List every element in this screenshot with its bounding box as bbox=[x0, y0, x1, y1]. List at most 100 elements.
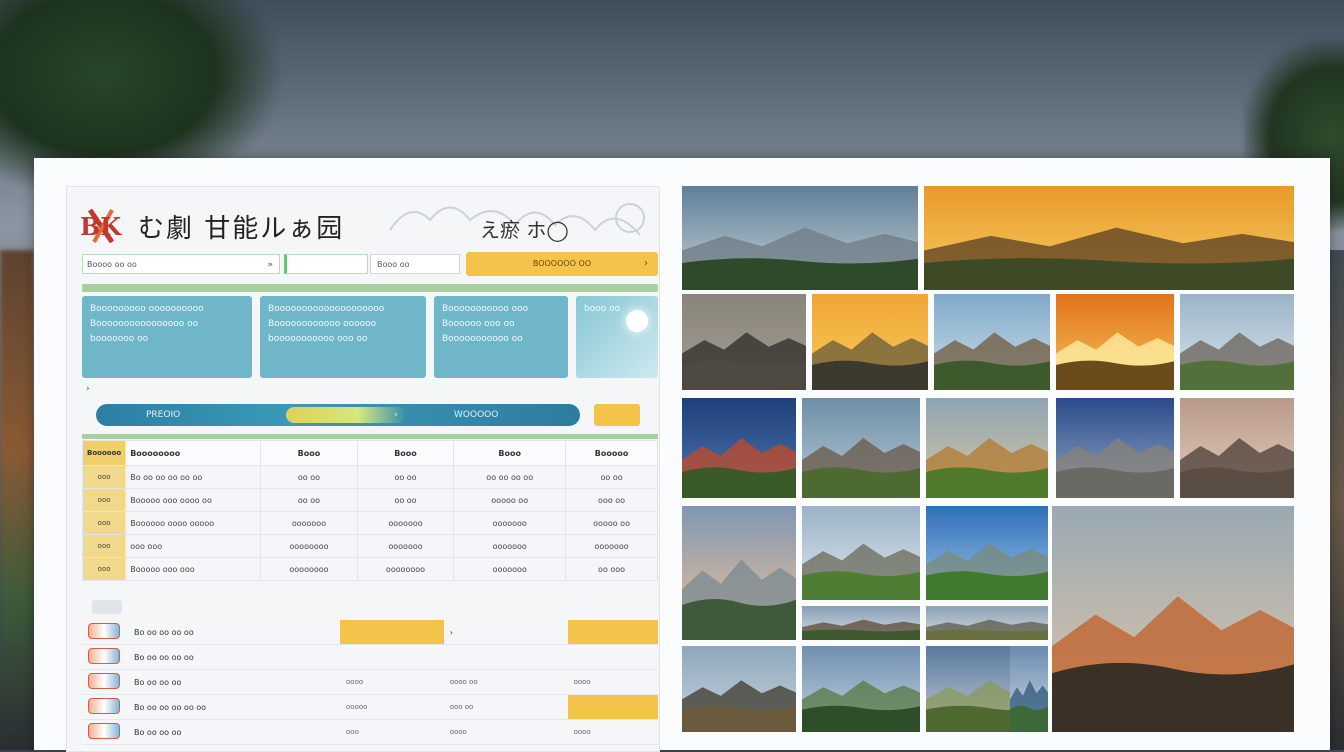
list-cell: oooo oo bbox=[443, 669, 568, 695]
chevron-right-icon: › bbox=[644, 258, 648, 269]
list-cell: ooooo bbox=[340, 694, 444, 720]
hill-forest-photo[interactable] bbox=[802, 646, 920, 732]
list-thumb bbox=[82, 620, 128, 645]
table-cell: ooooooo bbox=[356, 511, 455, 535]
temple-sunset-photo[interactable] bbox=[924, 186, 1294, 290]
list-cell: ooo oo bbox=[443, 694, 568, 720]
background-building-right bbox=[1328, 250, 1344, 750]
card-line: Booooooooooo oo bbox=[442, 334, 523, 344]
table-header-cell[interactable]: Boooooo bbox=[81, 440, 127, 466]
table-top-border bbox=[82, 434, 658, 439]
golden-clouds-photo[interactable] bbox=[812, 294, 928, 390]
table-cell: oo oo bbox=[565, 465, 658, 489]
banner-label-left: PREOIO bbox=[146, 410, 181, 420]
promo-banner[interactable]: PREOIO › WOOOOO bbox=[96, 404, 580, 426]
banner-button[interactable] bbox=[594, 404, 640, 426]
table-cell: ooooooo bbox=[565, 534, 658, 558]
info-card-2[interactable]: Boooooooooooooooooooo Boooooooooooo oooo… bbox=[260, 296, 426, 378]
background-building-left bbox=[0, 250, 34, 750]
list-item-name: Bo oo oo oo oo oo bbox=[128, 694, 340, 720]
table-row[interactable]: ooo Booooo ooo oooo oo oo oo oo oo ooooo… bbox=[81, 488, 658, 512]
table-row[interactable]: ooo Booooo ooo ooo oooooooo oooooooo ooo… bbox=[81, 557, 658, 581]
table-cell: oo oo bbox=[260, 488, 358, 512]
mountain-forest-photo[interactable] bbox=[682, 186, 918, 290]
search-arrow-icon[interactable]: » bbox=[267, 255, 273, 275]
sun-hill-photo[interactable] bbox=[1056, 294, 1174, 390]
table-cell: ooooooo bbox=[453, 557, 567, 581]
ticket-icon bbox=[88, 623, 120, 639]
card-line: Boooooo ooo oo bbox=[442, 319, 515, 329]
list-item[interactable]: Bo oo oo oo oo › bbox=[82, 620, 658, 645]
list-tab[interactable] bbox=[92, 600, 122, 614]
table-cell: ooo bbox=[81, 488, 127, 512]
table-cell: ooo ooo bbox=[125, 534, 262, 558]
card-line: Booooooooooo ooo bbox=[442, 304, 529, 314]
table-cell: ooo bbox=[81, 557, 127, 581]
valley-sunset-photo[interactable] bbox=[682, 506, 796, 640]
list-item[interactable]: Bo oo oo oo oo bbox=[82, 644, 658, 670]
list-thumb bbox=[82, 644, 128, 670]
list-item-name: Bo oo oo oo oo bbox=[128, 620, 340, 645]
ticket-icon bbox=[88, 673, 120, 689]
gothic-town-photo[interactable] bbox=[1056, 398, 1174, 498]
info-card-4[interactable]: booo oo bbox=[576, 296, 658, 378]
list-cell bbox=[567, 694, 658, 720]
list-item[interactable]: Bo oo oo oo ooo oooo oooo bbox=[82, 719, 658, 745]
table-row[interactable]: ooo Bo oo oo oo oo oo oo oo oo oo oo oo … bbox=[81, 465, 658, 489]
table-cell: oo ooo bbox=[565, 557, 658, 581]
table-row[interactable]: ooo Boooooo oooo ooooo ooooooo ooooooo o… bbox=[81, 511, 658, 535]
card-line: Booooooooo oooooooooo bbox=[90, 304, 204, 314]
info-card-1[interactable]: Booooooooo oooooooooo Boooooooooooooooo … bbox=[82, 296, 252, 378]
search-button[interactable]: BOOOOOO OO › bbox=[466, 252, 658, 276]
table-header-cell[interactable]: Boooooooo bbox=[125, 440, 262, 466]
cathedral-dusk-photo[interactable] bbox=[1180, 398, 1294, 498]
list-item-name: Bo oo oo oo oo bbox=[128, 644, 340, 670]
stone-stairs-photo[interactable] bbox=[682, 646, 796, 732]
section-divider bbox=[82, 284, 658, 292]
cliff-meadow-photo[interactable] bbox=[802, 506, 920, 600]
table-cell: Booooo ooo ooo bbox=[125, 557, 262, 581]
item-list: Bo oo oo oo oo › Bo oo oo oo oo Bo oo oo… bbox=[82, 620, 658, 745]
category-field[interactable]: Booo oo bbox=[370, 254, 460, 274]
dry-plateau-photo[interactable] bbox=[926, 606, 1048, 640]
list-item[interactable]: Bo oo oo oo oooo oooo oo oooo bbox=[82, 669, 658, 695]
big-tree-photo[interactable] bbox=[934, 294, 1050, 390]
search-input[interactable]: Boooo oo oo » bbox=[82, 254, 280, 274]
app-logo-text: BK bbox=[80, 212, 122, 241]
table-cell: Boooooo oooo ooooo bbox=[125, 511, 262, 535]
table-cell: oooooooo bbox=[356, 557, 455, 581]
list-cell: oooo bbox=[443, 719, 568, 745]
data-table: Boooooo Boooooooo Booo Booo Booo Booooo … bbox=[81, 440, 658, 581]
pagoda-night-photo[interactable] bbox=[682, 398, 796, 498]
table-cell: oo oo oo oo bbox=[453, 465, 567, 489]
ticket-icon bbox=[88, 648, 120, 664]
card-line: Boooooooooooooooo oo bbox=[90, 319, 199, 329]
list-cell: oooo bbox=[340, 669, 444, 695]
table-header-cell[interactable]: Booo bbox=[453, 440, 567, 466]
domed-ruins-photo[interactable] bbox=[1180, 294, 1294, 390]
list-thumb bbox=[82, 669, 128, 695]
table-cell: ooooo oo bbox=[453, 488, 567, 512]
table-cell: oooooooo bbox=[260, 557, 358, 581]
list-item-name: Bo oo oo oo bbox=[128, 719, 340, 745]
green-mountains-photo[interactable] bbox=[926, 506, 1048, 600]
terraced-ridge-photo[interactable] bbox=[802, 606, 920, 640]
table-header-cell[interactable]: Booo bbox=[260, 440, 358, 466]
lake-pagoda-photo[interactable] bbox=[1052, 506, 1294, 732]
castle-tower-photo[interactable] bbox=[802, 398, 920, 498]
table-header-cell[interactable]: Booo bbox=[356, 440, 455, 466]
golden-spires-photo[interactable] bbox=[926, 398, 1048, 498]
table-row[interactable]: ooo ooo ooo oooooooo ooooooo ooooooo ooo… bbox=[81, 534, 658, 558]
list-cell: oooo bbox=[567, 669, 658, 695]
info-card-3[interactable]: Booooooooooo ooo Boooooo ooo oo Booooooo… bbox=[434, 296, 568, 378]
list-cell bbox=[567, 620, 658, 645]
table-header-cell[interactable]: Booooo bbox=[565, 440, 658, 466]
stone-temple-photo[interactable] bbox=[682, 294, 806, 390]
filter-field[interactable] bbox=[284, 254, 368, 274]
ticket-icon bbox=[88, 723, 120, 739]
list-item[interactable]: Bo oo oo oo oo oo ooooo ooo oo bbox=[82, 694, 658, 720]
sea-coast-photo[interactable] bbox=[1010, 646, 1048, 732]
table-cell: oo oo bbox=[356, 465, 455, 489]
table-cell: ooo bbox=[81, 534, 127, 558]
card-line: Boooooooooooo oooooo bbox=[268, 319, 377, 329]
